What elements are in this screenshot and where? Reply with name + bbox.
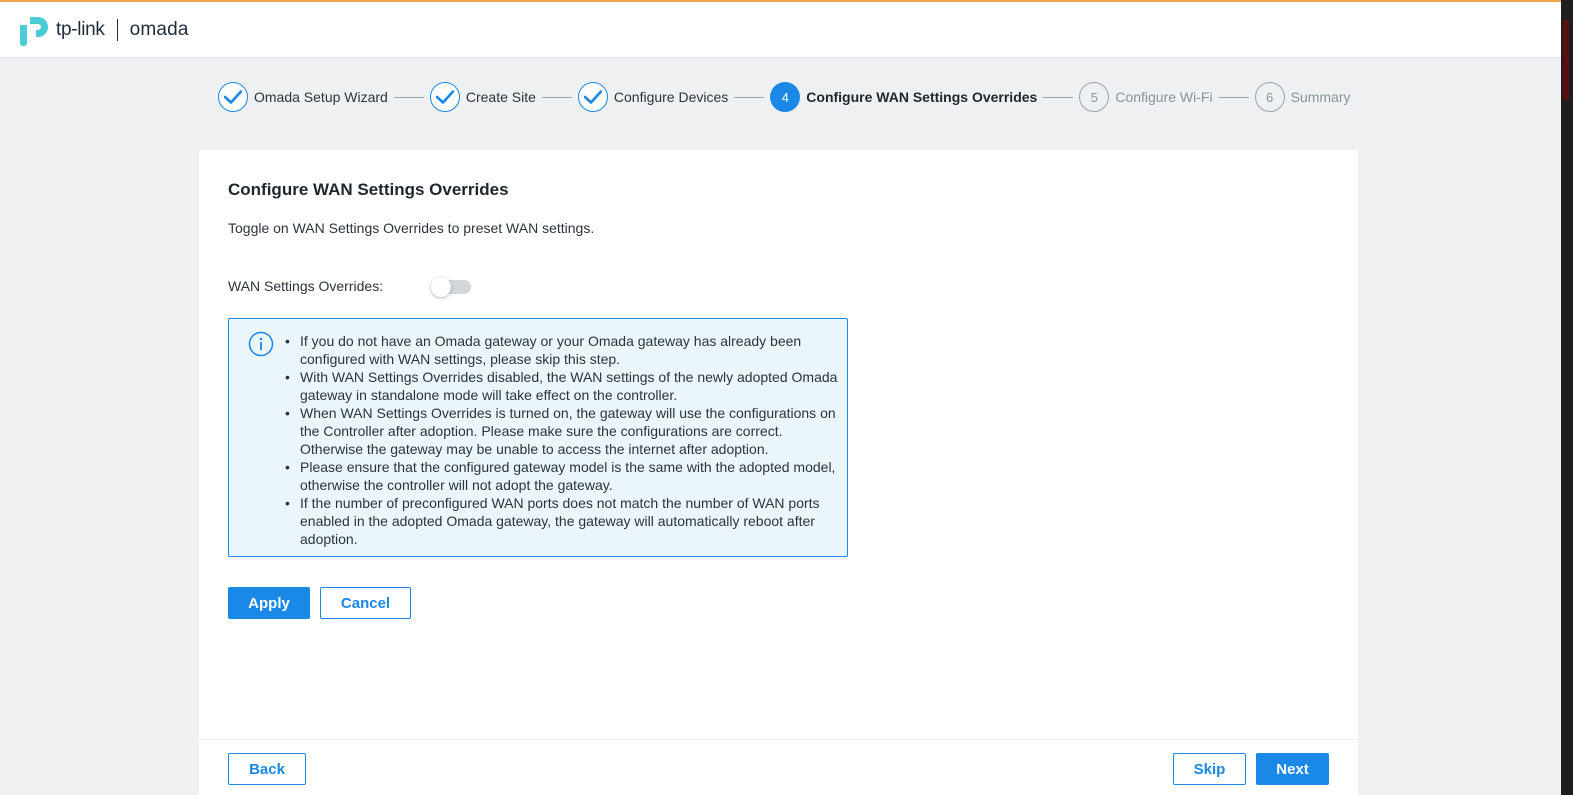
step-check-icon xyxy=(429,82,460,112)
step-check-icon xyxy=(218,82,248,112)
skip-button[interactable]: Skip xyxy=(1173,753,1246,785)
back-button[interactable]: Back xyxy=(228,753,306,785)
brand-separator xyxy=(116,18,118,41)
page-description: Toggle on WAN Settings Overrides to pres… xyxy=(228,220,595,236)
step-label: Create Site xyxy=(465,89,536,105)
wan-settings-overrides-toggle[interactable] xyxy=(431,276,471,297)
step-label: Omada Setup Wizard xyxy=(254,89,388,105)
next-button[interactable]: Next xyxy=(1256,753,1329,785)
toggle-label: WAN Settings Overrides: xyxy=(228,278,384,294)
step-label: Configure Devices xyxy=(613,89,729,105)
step-connector xyxy=(1043,96,1074,98)
app-header: tp-link omada xyxy=(0,2,1561,58)
info-circle-icon xyxy=(248,331,274,357)
step-connector xyxy=(393,96,424,98)
info-item: Please ensure that the configured gatewa… xyxy=(285,458,840,494)
info-item: If you do not have an Omada gateway or y… xyxy=(285,332,840,368)
step-label: Configure WAN Settings Overrides xyxy=(806,89,1038,105)
tp-link-wordmark: tp-link xyxy=(56,18,105,40)
step-label: Summary xyxy=(1290,89,1351,105)
window-edge xyxy=(1561,0,1573,795)
step-configure-devices: Configure Devices xyxy=(577,82,729,112)
step-summary: 6 Summary xyxy=(1254,82,1351,112)
step-omada-setup-wizard: Omada Setup Wizard xyxy=(218,82,388,112)
step-number-badge: 5 xyxy=(1079,82,1110,112)
toggle-knob xyxy=(431,276,451,297)
info-item: With WAN Settings Overrides disabled, th… xyxy=(285,368,840,404)
step-number-badge: 6 xyxy=(1254,82,1285,112)
apply-button[interactable]: Apply xyxy=(228,587,310,619)
wan-overrides-card: Configure WAN Settings Overrides Toggle … xyxy=(199,150,1358,795)
step-configure-wifi: 5 Configure Wi-Fi xyxy=(1079,82,1213,112)
tp-link-omada-logo[interactable]: tp-link omada xyxy=(16,13,189,47)
step-label: Configure Wi-Fi xyxy=(1115,89,1213,105)
tp-link-logo-icon xyxy=(20,16,48,46)
info-list: If you do not have an Omada gateway or y… xyxy=(285,332,840,548)
step-configure-wan-settings-overrides: 4 Configure WAN Settings Overrides xyxy=(770,82,1037,112)
step-create-site: Create Site xyxy=(429,82,536,112)
cancel-button[interactable]: Cancel xyxy=(320,587,411,619)
footer-divider xyxy=(199,739,1358,740)
info-notice-box: If you do not have an Omada gateway or y… xyxy=(228,318,848,557)
step-connector xyxy=(1218,96,1249,98)
page-title: Configure WAN Settings Overrides xyxy=(228,180,509,199)
step-connector xyxy=(541,96,572,98)
omada-wordmark: omada xyxy=(129,18,189,40)
wizard-stepper: Omada Setup Wizard Create Site Configure… xyxy=(218,81,1350,113)
step-number-badge: 4 xyxy=(770,82,801,112)
step-check-icon xyxy=(577,82,608,112)
info-item: When WAN Settings Overrides is turned on… xyxy=(285,404,840,458)
info-item: If the number of preconfigured WAN ports… xyxy=(285,494,840,548)
step-connector xyxy=(734,96,765,98)
wan-overrides-toggle-row: WAN Settings Overrides: xyxy=(228,276,471,297)
